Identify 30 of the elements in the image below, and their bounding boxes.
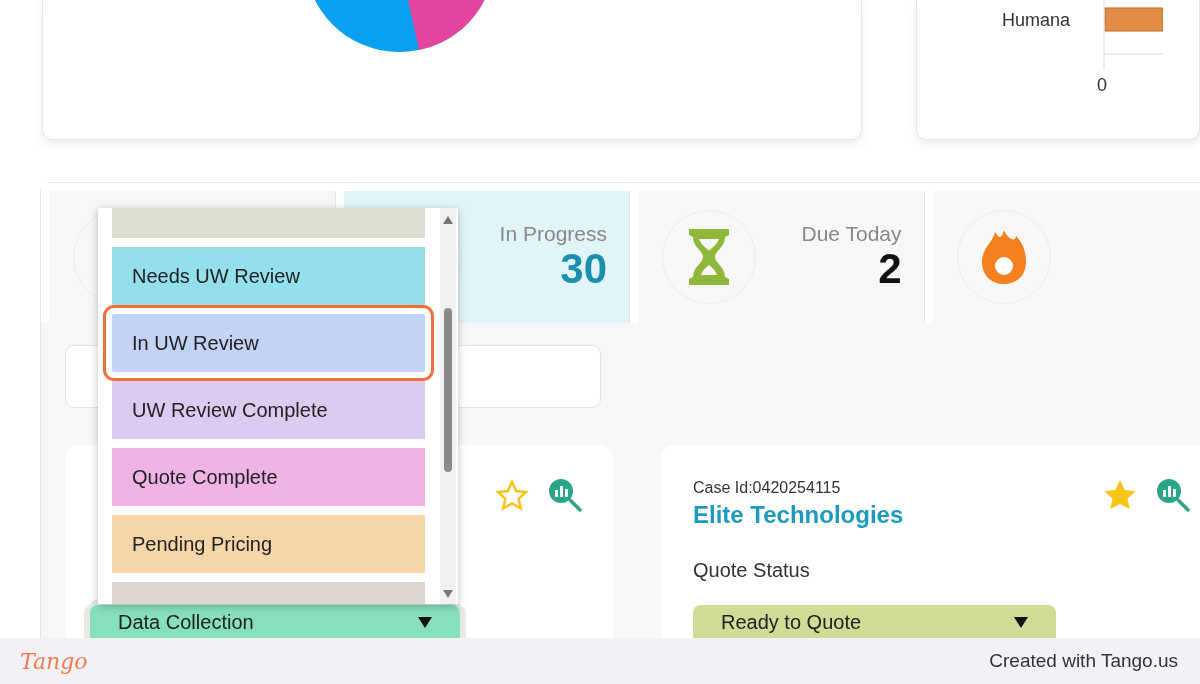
caret-icon [1014,615,1028,628]
analytics-search-icon[interactable] [1155,477,1191,513]
brand-logo: Tango [20,648,88,674]
dropdown-option[interactable]: Needs UW Review [112,247,425,305]
tile-label: Due Today [801,221,902,246]
stat-tile[interactable] [932,191,1200,323]
dropdown-option[interactable]: UW Review Complete [112,381,425,439]
caret-icon [418,615,432,628]
dropdown-option[interactable]: Pending Pricing [112,515,425,573]
tile-count: 2 [878,245,902,293]
tile-label: In Progress [499,221,607,246]
dropdown-option[interactable]: In UW Review [112,314,425,372]
scrollbar[interactable] [440,208,456,604]
flame-icon [980,228,1027,286]
axis-label: Humana [1001,10,1070,31]
star-icon[interactable] [495,479,529,511]
case-id: Case Id:0420254115 [693,479,841,497]
analytics-search-icon[interactable] [547,477,583,513]
field-label: Quote Status [693,559,810,582]
tile-count: 30 [560,245,607,293]
scroll-up-icon[interactable] [443,216,453,224]
hourglass-icon [687,227,731,287]
star-icon[interactable] [1103,479,1137,511]
status-select[interactable]: Ready to Quote [693,605,1056,638]
stat-tile[interactable]: Due Today 2 [638,191,925,323]
credit-text: Created with Tango.us [989,650,1178,672]
dropdown-option[interactable]: Quote Complete [112,448,425,506]
axis-tick: 0 [1096,75,1107,96]
scroll-down-icon[interactable] [443,590,453,598]
scrollbar-thumb[interactable] [444,308,452,472]
